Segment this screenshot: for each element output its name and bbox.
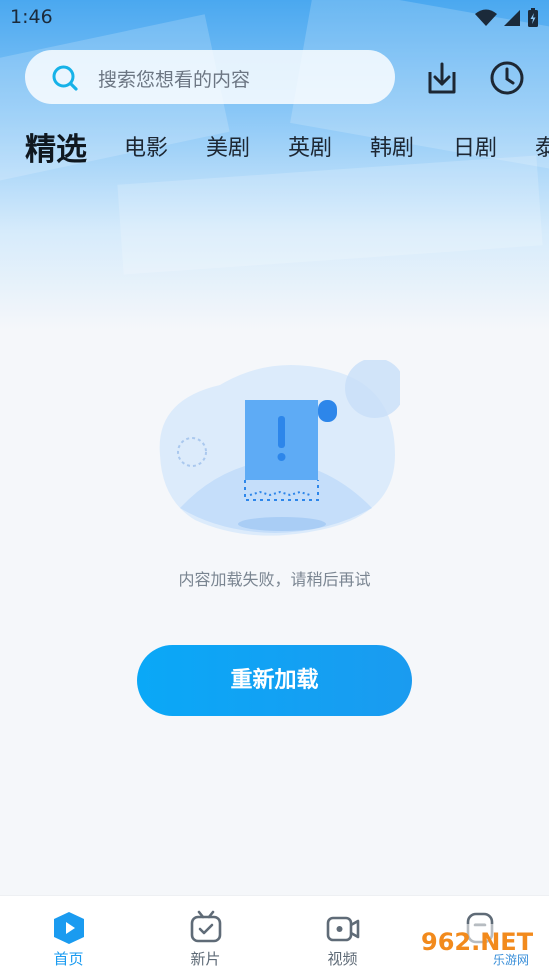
- search-bar[interactable]: 搜索您想看的内容: [25, 50, 395, 104]
- tab-us-drama[interactable]: 美剧: [206, 130, 250, 162]
- wifi-icon: [475, 9, 497, 26]
- tab-korean-drama[interactable]: 韩剧: [370, 130, 414, 162]
- category-tabs: 精选 电影 美剧 英剧 韩剧 日剧 泰: [0, 120, 549, 174]
- error-message: 内容加载失败，请稍后再试: [178, 570, 371, 589]
- signal-icon: [504, 10, 520, 26]
- tab-japanese-drama[interactable]: 日剧: [453, 130, 497, 162]
- status-bar: 1:46: [0, 0, 549, 38]
- nav-new-releases-label: 新片: [190, 950, 221, 968]
- video-camera-icon: [326, 916, 359, 942]
- nav-videos[interactable]: 视频: [274, 896, 411, 977]
- watermark-subtext: 乐游网: [493, 953, 529, 967]
- search-icon: [52, 65, 78, 91]
- nav-videos-label: 视频: [327, 950, 358, 968]
- reload-button[interactable]: 重新加载: [137, 645, 412, 716]
- download-icon[interactable]: [422, 58, 462, 98]
- status-icons: [475, 8, 539, 28]
- play-icon: [53, 912, 84, 944]
- watermark-logo: 962.NET 乐游网: [415, 924, 541, 967]
- error-illustration: [159, 360, 400, 536]
- tab-uk-drama[interactable]: 英剧: [288, 130, 332, 162]
- watermark-text: 962.NET: [421, 928, 534, 956]
- tab-thai-drama[interactable]: 泰: [535, 130, 549, 162]
- tab-featured[interactable]: 精选: [25, 124, 87, 169]
- battery-icon: [528, 8, 538, 27]
- nav-home-label: 首页: [53, 950, 84, 968]
- tv-check-icon: [190, 910, 221, 943]
- tab-movies[interactable]: 电影: [124, 130, 168, 162]
- status-time: 1:46: [10, 6, 53, 28]
- search-placeholder: 搜索您想看的内容: [98, 69, 251, 91]
- nav-new-releases[interactable]: 新片: [137, 896, 274, 977]
- clock-icon[interactable]: [487, 58, 527, 98]
- nav-home[interactable]: 首页: [0, 896, 137, 977]
